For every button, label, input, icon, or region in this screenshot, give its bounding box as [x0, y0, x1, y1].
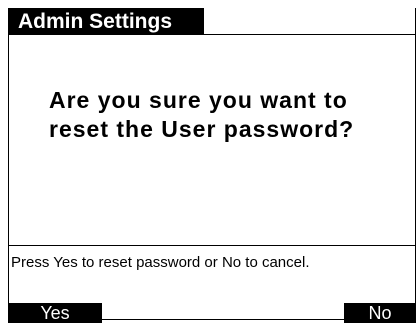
confirmation-message: Are you sure you want to reset the User …: [49, 86, 399, 144]
device-screen: Admin Settings Are you sure you want to …: [8, 8, 416, 323]
message-line-1: Are you sure you want to: [49, 87, 348, 113]
no-button[interactable]: No: [344, 303, 416, 323]
screen-title: Admin Settings: [8, 8, 204, 35]
footer-divider: [9, 245, 415, 246]
instruction-text: Press Yes to reset password or No to can…: [11, 254, 310, 271]
message-line-2: reset the User password?: [49, 116, 355, 142]
yes-button[interactable]: Yes: [8, 303, 102, 323]
title-underline: [203, 34, 416, 35]
